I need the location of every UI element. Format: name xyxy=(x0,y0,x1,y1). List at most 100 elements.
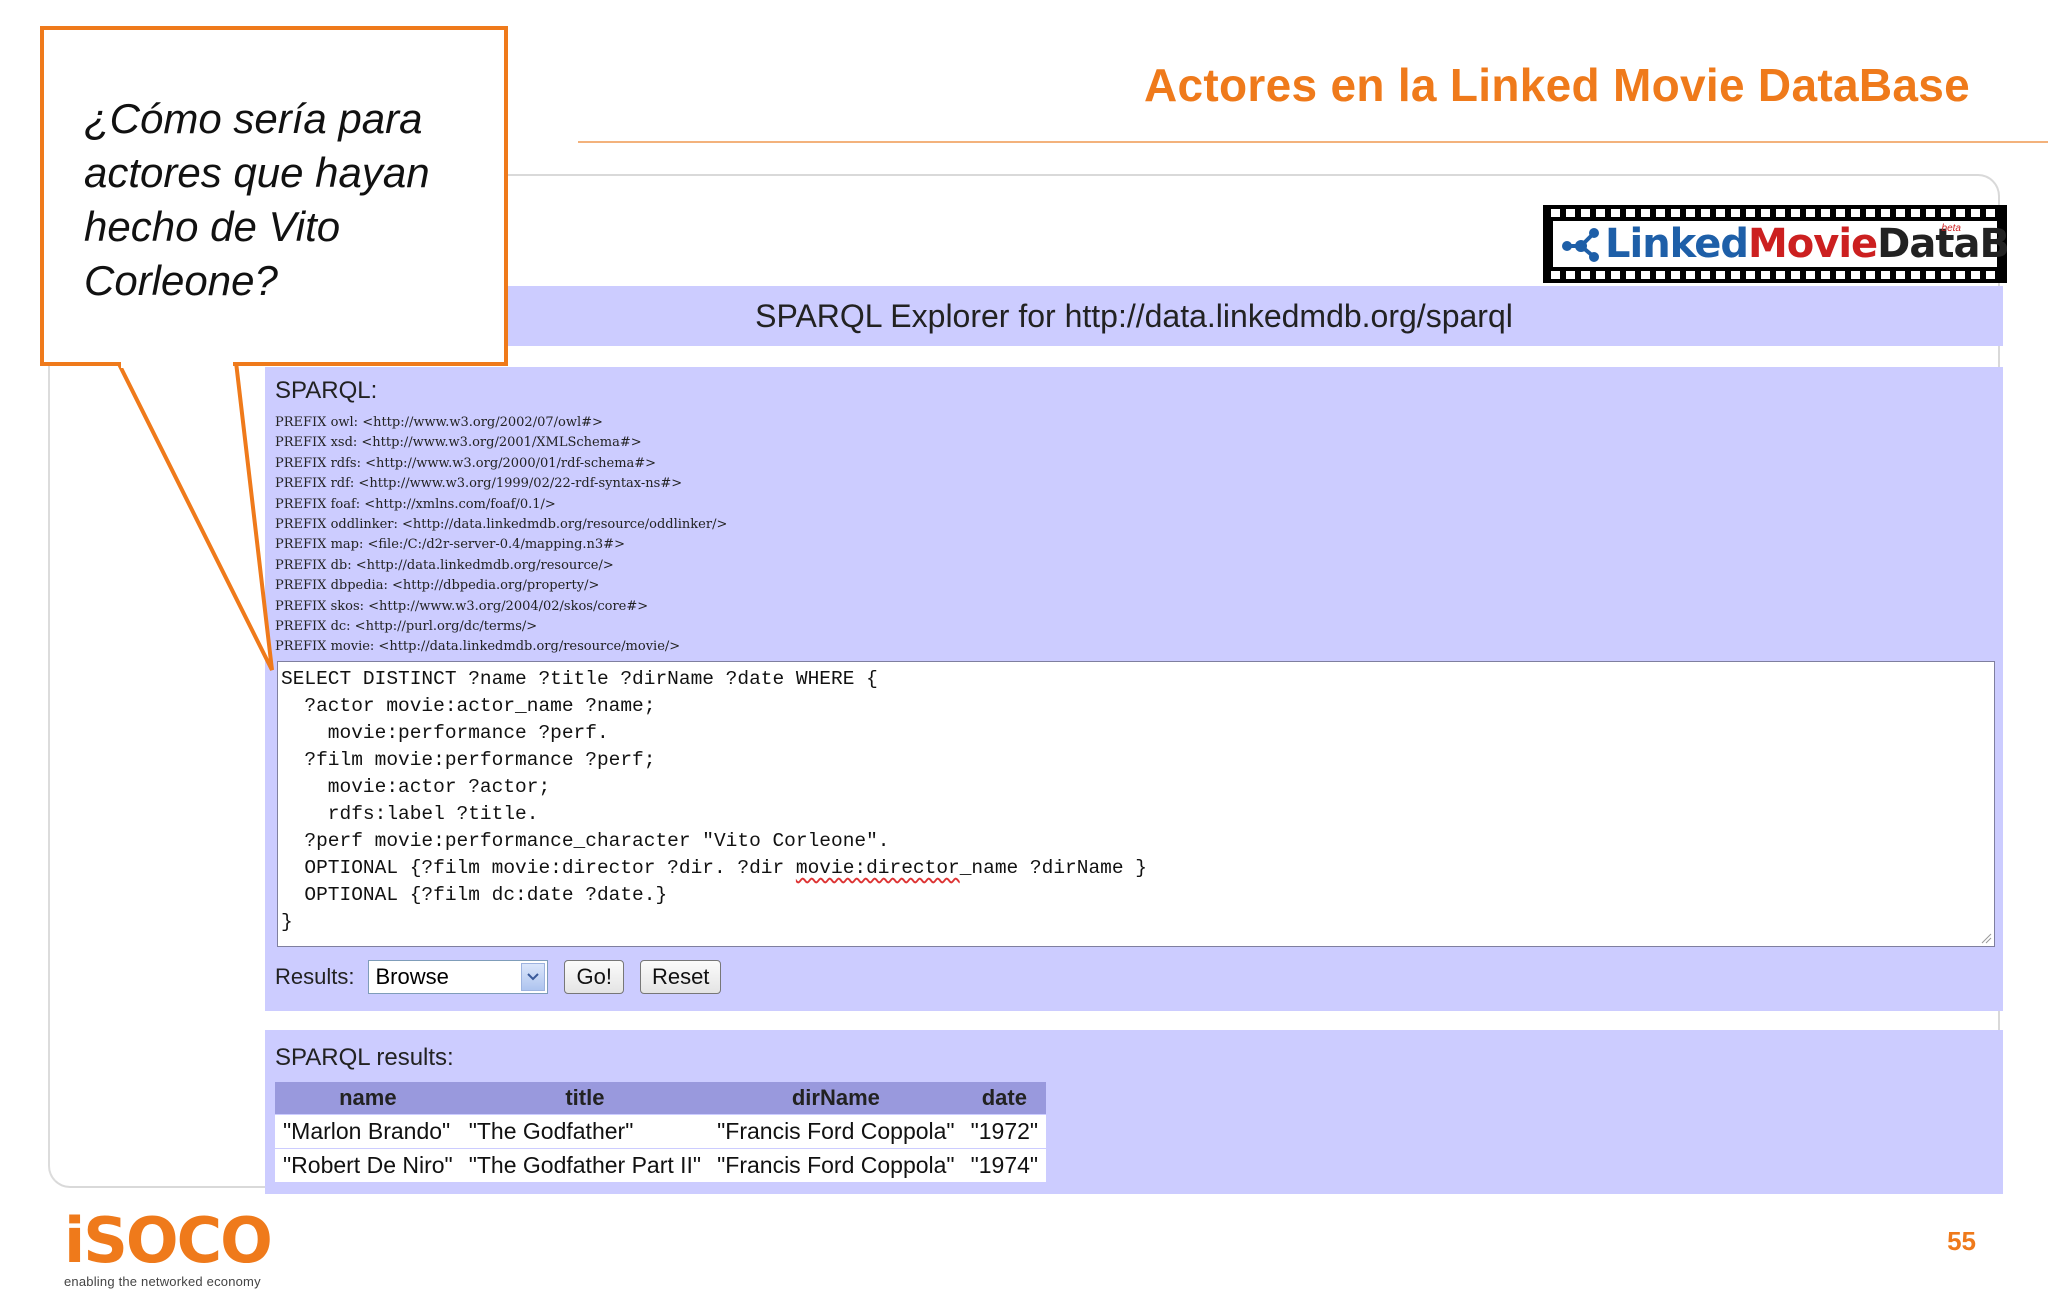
film-perforation xyxy=(1686,209,1695,217)
isoco-tagline: enabling the networked economy xyxy=(64,1274,261,1289)
prefix-line: PREFIX map: <file:/C:/d2r-server-0.4/map… xyxy=(275,537,625,553)
cell-date: "1972" xyxy=(962,1114,1047,1149)
film-perforation xyxy=(1641,209,1650,217)
query-line: rdfs:label ?title. xyxy=(281,803,539,825)
cell-dirname: "Francis Ford Coppola" xyxy=(709,1114,963,1149)
film-perforation xyxy=(1866,209,1875,217)
sparql-query-textarea[interactable]: SELECT DISTINCT ?name ?title ?dirName ?d… xyxy=(277,661,1995,947)
film-perforation xyxy=(1701,209,1710,217)
link-network-icon xyxy=(1562,228,1599,262)
query-panel: SPARQL: PREFIX owl: <http://www.w3.org/2… xyxy=(265,367,2003,1011)
film-perforation xyxy=(1956,271,1965,279)
film-perforation xyxy=(1986,209,1995,217)
film-perforation xyxy=(1611,209,1620,217)
isoco-wordmark: iSOCO xyxy=(64,1204,273,1277)
film-perforation xyxy=(1566,209,1575,217)
query-line: OPTIONAL {?film movie:director ?dir. ?di… xyxy=(281,855,1991,882)
callout-box: ¿Cómo sería para actores que hayan hecho… xyxy=(40,26,508,366)
film-perforation xyxy=(1596,271,1605,279)
prefix-line: PREFIX db: <http://data.linkedmdb.org/re… xyxy=(275,557,614,573)
film-perforation xyxy=(1671,209,1680,217)
results-format-select[interactable]: Browse xyxy=(368,960,549,994)
film-perforation xyxy=(1971,271,1980,279)
sparql-label: SPARQL: xyxy=(275,377,378,404)
film-perforation xyxy=(1716,271,1725,279)
prefix-line: PREFIX xsd: <http://www.w3.org/2001/XMLS… xyxy=(275,435,642,451)
query-line: } xyxy=(281,911,293,933)
film-perforation xyxy=(1791,271,1800,279)
logo-movie: Movie xyxy=(1747,221,1878,267)
spellcheck-underlined-term: movie:director xyxy=(795,857,960,879)
query-line: SELECT DISTINCT ?name ?title ?dirName ?d… xyxy=(281,668,878,690)
film-perforation xyxy=(1851,271,1860,279)
film-perforation xyxy=(1866,271,1875,279)
film-perforation xyxy=(1986,271,1995,279)
isoco-logo: iSOCO enabling the networked economy xyxy=(64,1204,273,1289)
cell-dirname: "Francis Ford Coppola" xyxy=(709,1148,963,1182)
film-perforation xyxy=(1581,271,1590,279)
prefix-line: PREFIX oddlinker: <http://data.linkedmdb… xyxy=(275,517,728,533)
prefix-line: PREFIX rdf: <http://www.w3.org/1999/02/2… xyxy=(275,476,683,492)
film-perforation xyxy=(1716,209,1725,217)
explorer-header-text: SPARQL Explorer for http://data.linkedmd… xyxy=(755,297,1513,334)
logo-linked: Linked xyxy=(1605,221,1749,267)
query-line: OPTIONAL {?film dc:date ?date.} xyxy=(281,884,668,906)
results-format-label: Results: xyxy=(275,964,355,989)
film-perforation xyxy=(1746,209,1755,217)
film-perforation xyxy=(1551,209,1560,217)
film-perforation xyxy=(1896,271,1905,279)
linkedmdb-logo[interactable]: LinkedMovieDataBase beta xyxy=(1543,205,2007,283)
cell-name: "Marlon Brando" xyxy=(275,1114,461,1149)
go-button[interactable]: Go! xyxy=(564,960,624,994)
film-perforation xyxy=(1566,271,1575,279)
film-perforation xyxy=(1806,209,1815,217)
film-perforation xyxy=(1626,271,1635,279)
title-divider xyxy=(578,141,2048,143)
film-perforation xyxy=(1641,271,1650,279)
cell-title: "The Godfather" xyxy=(460,1114,710,1149)
table-row: "Marlon Brando" "The Godfather" "Francis… xyxy=(275,1114,1047,1149)
reset-button[interactable]: Reset xyxy=(639,960,722,994)
film-perforation xyxy=(1611,271,1620,279)
film-strip-bottom xyxy=(1551,271,1999,279)
film-perforation xyxy=(1776,209,1785,217)
film-perforation xyxy=(1551,271,1560,279)
prefix-line: PREFIX movie: <http://data.linkedmdb.org… xyxy=(275,639,681,655)
film-perforation xyxy=(1731,209,1740,217)
results-table: name title dirName date "Marlon Brando" … xyxy=(275,1082,1047,1182)
query-line: movie:actor ?actor; xyxy=(281,776,551,798)
results-panel: SPARQL results: name title dirName date … xyxy=(265,1030,2003,1194)
page-number: 55 xyxy=(1947,1226,1976,1256)
film-perforation xyxy=(1746,271,1755,279)
film-perforation xyxy=(1821,271,1830,279)
results-format-value: Browse xyxy=(375,964,449,989)
column-header-name: name xyxy=(275,1082,461,1115)
film-perforation xyxy=(1971,209,1980,217)
film-perforation xyxy=(1656,271,1665,279)
callout-joint xyxy=(121,360,233,368)
film-perforation xyxy=(1686,271,1695,279)
film-perforation xyxy=(1671,271,1680,279)
film-perforation xyxy=(1851,209,1860,217)
cell-date: "1974" xyxy=(962,1148,1047,1182)
film-perforation xyxy=(1926,209,1935,217)
chevron-down-icon[interactable] xyxy=(521,963,546,991)
resize-grip-icon[interactable] xyxy=(1980,932,1992,944)
prefix-line: PREFIX owl: <http://www.w3.org/2002/07/o… xyxy=(275,415,603,430)
slide-title: Actores en la Linked Movie DataBase xyxy=(1143,59,1970,111)
film-perforation xyxy=(1926,271,1935,279)
cell-title: "The Godfather Part II" xyxy=(460,1148,710,1182)
explorer-header: SPARQL Explorer for http://data.linkedmd… xyxy=(265,286,2003,346)
column-header-date: date xyxy=(962,1082,1047,1115)
query-line: ?perf movie:performance_character "Vito … xyxy=(281,830,890,852)
film-perforation xyxy=(1881,271,1890,279)
query-line: movie:performance ?perf. xyxy=(281,722,609,744)
query-segment: _name ?dirName } xyxy=(959,857,1147,879)
film-perforation xyxy=(1761,271,1770,279)
column-header-dirname: dirName xyxy=(709,1082,963,1115)
film-perforation xyxy=(1821,209,1830,217)
prefix-list: PREFIX owl: <http://www.w3.org/2002/07/o… xyxy=(275,413,727,658)
sparql-results-label: SPARQL results: xyxy=(275,1044,454,1071)
film-perforation xyxy=(1656,209,1665,217)
query-line: ?film movie:performance ?perf; xyxy=(281,749,656,771)
